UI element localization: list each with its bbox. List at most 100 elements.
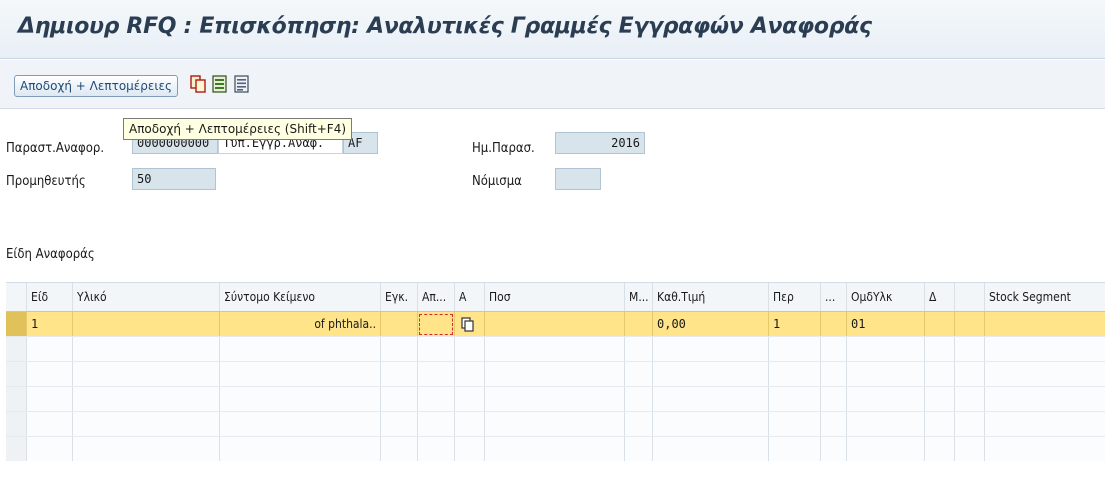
column-header-blank[interactable] <box>954 283 984 311</box>
stock-segment-cell[interactable] <box>984 312 1105 336</box>
row-selector[interactable] <box>6 437 26 461</box>
column-header-material[interactable]: Υλικό <box>72 283 219 311</box>
empty-table-row[interactable] <box>6 386 1105 411</box>
empty-cell[interactable] <box>768 412 820 436</box>
empty-cell[interactable] <box>417 437 454 461</box>
empty-cell[interactable] <box>984 387 1105 411</box>
empty-cell[interactable] <box>219 412 380 436</box>
column-header-dots[interactable]: ... <box>820 283 846 311</box>
empty-table-row[interactable] <box>6 361 1105 386</box>
item-cell[interactable]: 1 <box>26 312 72 336</box>
copy-icon[interactable] <box>461 316 475 336</box>
blank-cell[interactable] <box>954 312 984 336</box>
empty-cell[interactable] <box>624 437 652 461</box>
empty-cell[interactable] <box>954 387 984 411</box>
column-header-ap[interactable]: Απ... <box>417 283 454 311</box>
empty-cell[interactable] <box>417 412 454 436</box>
empty-cell[interactable] <box>652 387 768 411</box>
column-header-item[interactable]: Είδ <box>26 283 72 311</box>
empty-cell[interactable] <box>454 362 484 386</box>
empty-cell[interactable] <box>846 387 924 411</box>
empty-table-row[interactable] <box>6 436 1105 461</box>
empty-cell[interactable] <box>26 387 72 411</box>
empty-cell[interactable] <box>984 337 1105 361</box>
empty-cell[interactable] <box>380 337 417 361</box>
column-header-a[interactable]: Α <box>454 283 484 311</box>
empty-cell[interactable] <box>768 437 820 461</box>
empty-cell[interactable] <box>454 412 484 436</box>
row-selector[interactable] <box>6 387 26 411</box>
date-field[interactable]: 2016 <box>555 132 645 154</box>
empty-cell[interactable] <box>72 437 219 461</box>
empty-cell[interactable] <box>984 362 1105 386</box>
empty-cell[interactable] <box>484 437 624 461</box>
document-green-icon[interactable] <box>212 75 228 93</box>
column-header-per[interactable]: Περ <box>768 283 820 311</box>
short-text-cell[interactable]: of phthala.. <box>219 312 380 336</box>
empty-cell[interactable] <box>380 437 417 461</box>
empty-cell[interactable] <box>417 387 454 411</box>
empty-cell[interactable] <box>624 362 652 386</box>
delta-cell[interactable] <box>924 312 954 336</box>
row-selector[interactable] <box>6 312 26 336</box>
row-selector[interactable] <box>6 412 26 436</box>
empty-cell[interactable] <box>652 362 768 386</box>
column-header-quantity[interactable]: Ποσ <box>484 283 624 311</box>
empty-cell[interactable] <box>820 337 846 361</box>
empty-cell[interactable] <box>652 337 768 361</box>
column-header-delta[interactable]: Δ <box>924 283 954 311</box>
empty-cell[interactable] <box>484 337 624 361</box>
empty-cell[interactable] <box>219 387 380 411</box>
empty-cell[interactable] <box>954 362 984 386</box>
copy-icon[interactable] <box>190 75 206 93</box>
empty-cell[interactable] <box>219 362 380 386</box>
column-header-stock-segment[interactable]: Stock Segment <box>984 283 1105 311</box>
column-header-material-group[interactable]: ΟμδΥλκ <box>846 283 924 311</box>
empty-cell[interactable] <box>72 362 219 386</box>
empty-cell[interactable] <box>380 362 417 386</box>
empty-cell[interactable] <box>454 437 484 461</box>
empty-cell[interactable] <box>72 387 219 411</box>
empty-cell[interactable] <box>624 412 652 436</box>
empty-cell[interactable] <box>26 362 72 386</box>
empty-cell[interactable] <box>454 387 484 411</box>
empty-cell[interactable] <box>652 437 768 461</box>
material-group-cell[interactable]: 01 <box>846 312 924 336</box>
column-header-short-text[interactable]: Σύντομο Κείμενο <box>219 283 380 311</box>
empty-cell[interactable] <box>72 412 219 436</box>
empty-cell[interactable] <box>454 337 484 361</box>
empty-cell[interactable] <box>768 362 820 386</box>
empty-cell[interactable] <box>219 337 380 361</box>
empty-cell[interactable] <box>26 412 72 436</box>
empty-cell[interactable] <box>624 387 652 411</box>
column-header-m[interactable]: Μ... <box>624 283 652 311</box>
dots-cell[interactable] <box>820 312 846 336</box>
empty-cell[interactable] <box>846 337 924 361</box>
empty-cell[interactable] <box>72 337 219 361</box>
empty-cell[interactable] <box>846 412 924 436</box>
empty-cell[interactable] <box>768 337 820 361</box>
empty-cell[interactable] <box>768 387 820 411</box>
document-blue-icon[interactable] <box>234 75 250 93</box>
empty-cell[interactable] <box>820 412 846 436</box>
empty-cell[interactable] <box>924 412 954 436</box>
empty-cell[interactable] <box>624 337 652 361</box>
plant-cell[interactable] <box>380 312 417 336</box>
a-cell[interactable] <box>454 312 484 336</box>
empty-cell[interactable] <box>820 387 846 411</box>
supplier-field[interactable]: 50 <box>132 168 216 190</box>
empty-cell[interactable] <box>417 337 454 361</box>
empty-cell[interactable] <box>380 387 417 411</box>
empty-cell[interactable] <box>484 412 624 436</box>
empty-cell[interactable] <box>954 437 984 461</box>
material-cell[interactable] <box>72 312 219 336</box>
row-selector-header[interactable] <box>6 283 26 311</box>
per-cell[interactable]: 1 <box>768 312 820 336</box>
empty-cell[interactable] <box>652 412 768 436</box>
empty-cell[interactable] <box>820 362 846 386</box>
net-price-cell[interactable]: 0,00 <box>652 312 768 336</box>
empty-cell[interactable] <box>924 337 954 361</box>
empty-table-row[interactable] <box>6 411 1105 436</box>
empty-cell[interactable] <box>484 362 624 386</box>
empty-cell[interactable] <box>484 387 624 411</box>
